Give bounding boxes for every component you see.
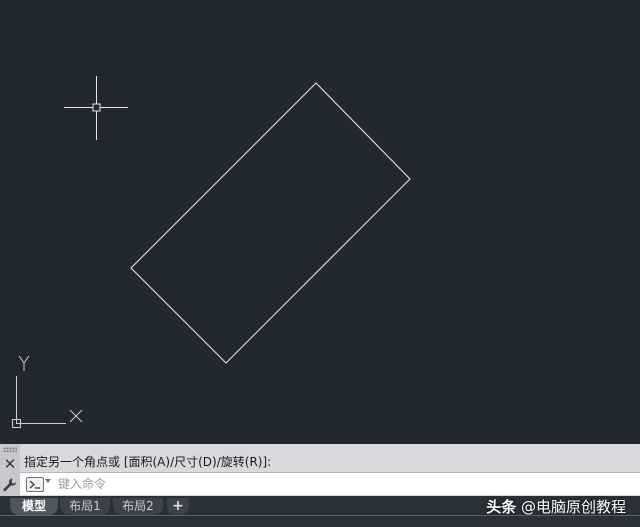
command-line-grip[interactable]: ✕ — [0, 444, 20, 496]
command-prompt-button[interactable] — [26, 477, 44, 492]
tab-layout2[interactable]: 布局2 — [113, 498, 163, 515]
ucs-axis-icon — [12, 355, 83, 428]
command-input-row — [20, 472, 640, 495]
command-prompt-icon — [29, 480, 40, 489]
watermark-brand: 头条 — [486, 498, 517, 516]
add-layout-button[interactable]: + — [167, 498, 189, 515]
close-icon[interactable]: ✕ — [3, 457, 17, 472]
crosshair-cursor-icon — [64, 76, 128, 140]
tab-layout1[interactable]: 布局1 — [60, 498, 110, 515]
watermark: 头条 @电脑原创教程 — [486, 496, 626, 518]
watermark-account: @电脑原创教程 — [520, 498, 626, 516]
chevron-down-icon[interactable] — [45, 479, 51, 483]
rotated-rectangle[interactable] — [130, 82, 411, 364]
wrench-icon[interactable] — [2, 477, 18, 497]
layout-tab-bar: 模型 布局1 布局2 + 头条 @电脑原创教程 — [0, 496, 640, 527]
command-line-panel: ✕ 指定另一个角点或 [面积(A)/尺寸(D)/旋转(R)]: — [0, 444, 640, 496]
model-space-svg — [12, 76, 411, 428]
drawing-canvas[interactable] — [0, 0, 640, 444]
grip-dots-icon[interactable] — [3, 447, 17, 452]
command-history-line: 指定另一个角点或 [面积(A)/尺寸(D)/旋转(R)]: — [24, 455, 272, 469]
command-input[interactable] — [58, 474, 618, 493]
tab-model[interactable]: 模型 — [10, 498, 58, 515]
